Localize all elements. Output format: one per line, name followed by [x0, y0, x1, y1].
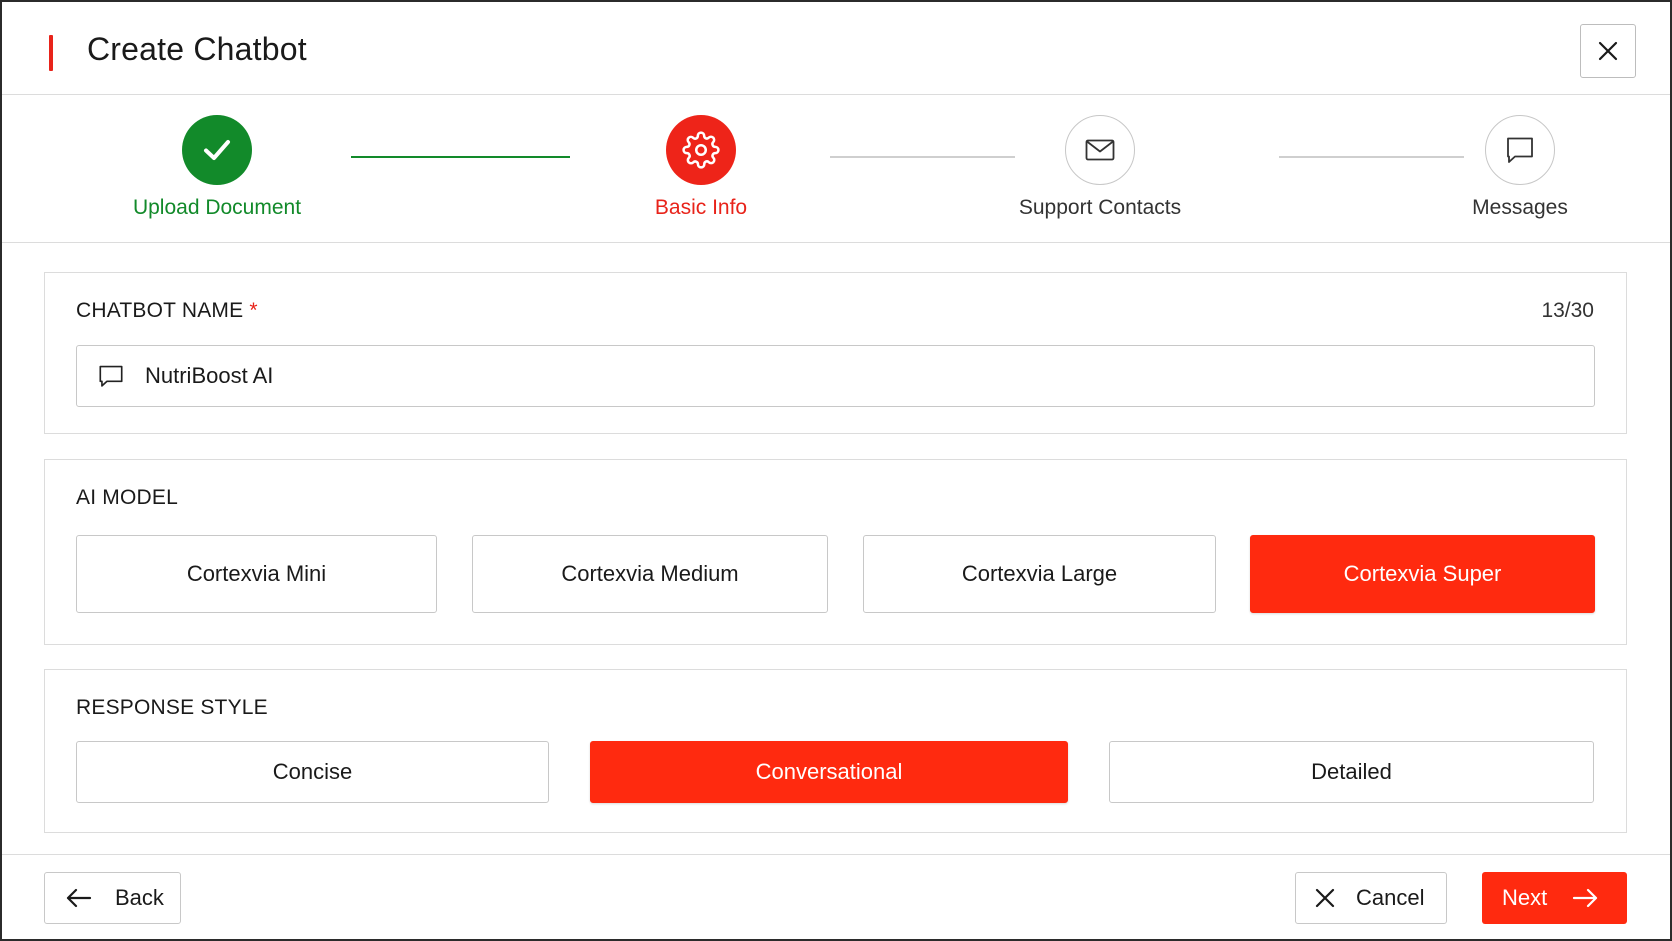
- step-circle-todo: [1065, 115, 1135, 185]
- character-counter: 13/30: [1541, 299, 1594, 322]
- step-circle-active: [666, 115, 736, 185]
- chatbot-name-label-text: CHATBOT NAME: [76, 299, 244, 322]
- model-option-super[interactable]: Cortexvia Super: [1250, 535, 1595, 613]
- arrow-right-icon: [1573, 888, 1598, 908]
- close-icon: [1598, 41, 1618, 61]
- step-support-contacts[interactable]: Support Contacts: [970, 115, 1230, 220]
- step-connector-1: [351, 156, 570, 158]
- next-button[interactable]: Next: [1482, 872, 1627, 924]
- back-button[interactable]: Back: [44, 872, 181, 924]
- ai-model-section: AI MODEL Cortexvia Mini Cortexvia Medium…: [44, 459, 1627, 645]
- step-circle-done: [182, 115, 252, 185]
- step-messages[interactable]: Messages: [1390, 115, 1650, 220]
- chatbot-name-label: CHATBOT NAME *: [76, 299, 258, 323]
- create-chatbot-dialog: Create Chatbot Upload Document Basic Inf…: [0, 0, 1672, 941]
- dialog-header: Create Chatbot: [2, 2, 1670, 95]
- title-accent-bar: [49, 35, 53, 71]
- cancel-label: Cancel: [1356, 885, 1425, 910]
- model-option-mini[interactable]: Cortexvia Mini: [76, 535, 437, 613]
- close-button[interactable]: [1580, 24, 1636, 78]
- model-option-large[interactable]: Cortexvia Large: [863, 535, 1216, 613]
- required-mark: *: [249, 299, 258, 322]
- step-upload-document[interactable]: Upload Document: [87, 115, 347, 220]
- step-basic-info[interactable]: Basic Info: [571, 115, 831, 220]
- style-option-conversational[interactable]: Conversational: [590, 741, 1068, 803]
- check-icon: [204, 140, 230, 160]
- chatbot-name-input[interactable]: NutriBoost AI: [76, 345, 1595, 407]
- style-option-concise[interactable]: Concise: [76, 741, 549, 803]
- model-option-medium[interactable]: Cortexvia Medium: [472, 535, 828, 613]
- step-label: Support Contacts: [1018, 196, 1182, 219]
- back-label: Back: [115, 885, 164, 910]
- step-label: Messages: [1472, 196, 1568, 219]
- progress-stepper: Upload Document Basic Info Support Conta…: [2, 95, 1670, 243]
- step-label: Upload Document: [132, 196, 302, 219]
- dialog-footer: Back Cancel Next: [2, 854, 1670, 941]
- next-label: Next: [1502, 885, 1548, 910]
- step-label: Basic Info: [654, 196, 748, 219]
- close-icon: [1315, 888, 1335, 908]
- response-style-label: RESPONSE STYLE: [76, 696, 268, 719]
- arrow-left-icon: [66, 888, 92, 908]
- chatbot-name-section: CHATBOT NAME * 13/30 NutriBoost AI: [44, 272, 1627, 434]
- dialog-title: Create Chatbot: [87, 31, 307, 67]
- response-style-section: RESPONSE STYLE Concise Conversational De…: [44, 669, 1627, 833]
- chat-bubble-icon: [1507, 137, 1533, 163]
- chat-bubble-icon: [99, 365, 123, 387]
- ai-model-label: AI MODEL: [76, 486, 178, 509]
- cancel-button[interactable]: Cancel: [1295, 872, 1447, 924]
- chatbot-name-value: NutriBoost AI: [145, 363, 274, 388]
- style-option-detailed[interactable]: Detailed: [1109, 741, 1594, 803]
- step-circle-todo: [1485, 115, 1555, 185]
- mail-icon: [1085, 139, 1115, 161]
- gear-icon: [682, 131, 720, 169]
